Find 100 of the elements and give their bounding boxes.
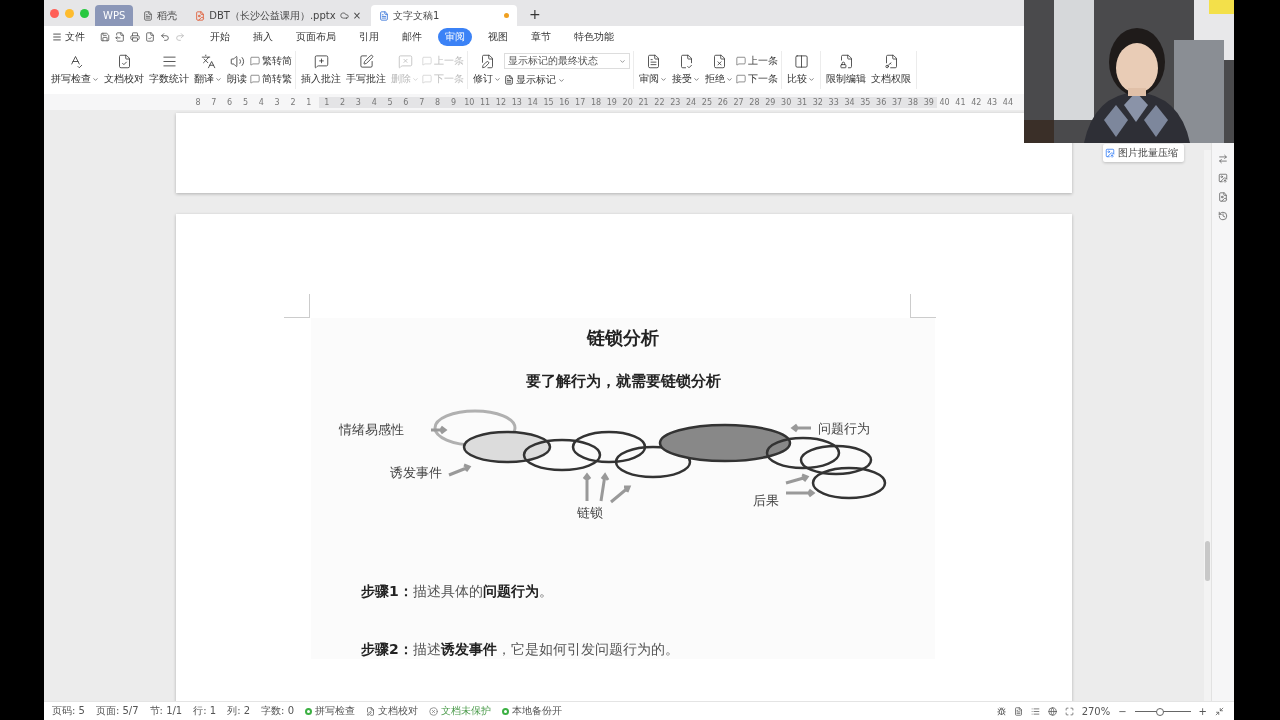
preview-icon[interactable]: [145, 32, 155, 42]
document-icon: [504, 75, 514, 85]
zoom-value[interactable]: 270%: [1081, 705, 1111, 717]
slider-thumb[interactable]: [1155, 707, 1164, 716]
document-x-icon: [711, 54, 727, 69]
document-tab[interactable]: DBT（长沙公益课用）.pptx ×: [187, 5, 370, 26]
caret-icon: [412, 75, 419, 83]
menu-icon[interactable]: [52, 32, 62, 42]
status-field: 列: 2: [227, 704, 251, 718]
page-view-icon[interactable]: [1013, 706, 1023, 716]
pointer-arrow: [790, 423, 813, 433]
document-icon: [379, 10, 390, 21]
outline-view-icon[interactable]: [1030, 706, 1040, 716]
close-window-button[interactable]: [50, 9, 59, 18]
compress-images-button[interactable]: 图片批量压缩: [1103, 144, 1184, 162]
document-key-icon: [883, 54, 899, 69]
toolbar-button[interactable]: 拼写检查: [49, 54, 101, 86]
zoom-in-button[interactable]: +: [1198, 705, 1207, 717]
toolbar-button[interactable]: 简转繁: [250, 72, 292, 86]
pointer-arrow: [447, 463, 472, 477]
compare-icon: [793, 54, 809, 69]
toolbar-button[interactable]: 繁转简: [250, 54, 292, 68]
lines-icon: [161, 54, 177, 69]
status-field: 页码: 5: [52, 704, 85, 718]
toolbar-button[interactable]: 修订: [471, 54, 503, 86]
caret-icon: [808, 75, 815, 83]
speaker-icon: [229, 54, 245, 69]
comment-icon: [422, 74, 432, 84]
export-icon[interactable]: [115, 32, 125, 42]
toolbar-button[interactable]: 下一条: [736, 72, 778, 86]
bug-icon[interactable]: [996, 706, 1006, 716]
ribbon-tab[interactable]: 引用: [352, 28, 386, 46]
document-tab[interactable]: 文字文稿1: [371, 5, 518, 26]
toolbar-button[interactable]: 文档校对: [102, 54, 146, 86]
ribbon-tab[interactable]: 视图: [481, 28, 515, 46]
toolbar-button[interactable]: 显示标记: [504, 73, 630, 87]
toolbar-button[interactable]: 朗读: [225, 54, 249, 86]
figure-title: 链锁分析: [587, 326, 659, 350]
caret-icon: [660, 75, 667, 83]
toolbar-button[interactable]: 比较: [785, 54, 817, 86]
step-text: 步骤1：描述具体的问题行为。: [361, 583, 553, 601]
history-icon[interactable]: [1218, 211, 1228, 221]
status-field: 字数: 0: [261, 704, 294, 718]
ribbon-tab[interactable]: 特色功能: [567, 28, 621, 46]
ribbon-tab[interactable]: 开始: [203, 28, 237, 46]
ribbon-tab[interactable]: 章节: [524, 28, 558, 46]
toolbar-button[interactable]: 插入批注: [299, 54, 343, 86]
undo-icon[interactable]: [160, 32, 170, 42]
new-tab-button[interactable]: +: [529, 6, 541, 22]
toolbar-button[interactable]: 上一条: [736, 54, 778, 68]
pointer-arrow: [784, 473, 810, 485]
ribbon-tab[interactable]: 插入: [246, 28, 280, 46]
status-button[interactable]: 文档未保护: [429, 704, 491, 718]
comment-icon: [250, 74, 260, 84]
toolbar-button[interactable]: 字数统计: [147, 54, 191, 86]
circle-x-icon: [429, 706, 438, 716]
ribbon-tab[interactable]: 页面布局: [289, 28, 343, 46]
toolbar-button[interactable]: 翻译: [192, 54, 224, 86]
unsaved-dot: [504, 13, 510, 18]
diagram-label: 后果: [753, 493, 779, 508]
toolbar-button[interactable]: 拒绝: [703, 54, 735, 86]
image-icon[interactable]: [1218, 173, 1228, 183]
web-view-icon[interactable]: [1047, 706, 1057, 716]
toolbar-button[interactable]: 限制编辑: [824, 54, 868, 86]
comment-icon: [736, 74, 746, 84]
file-menu[interactable]: 文件: [65, 30, 85, 44]
status-button[interactable]: 本地备份开: [502, 704, 562, 718]
diagram-label: 链锁: [577, 505, 603, 520]
image-file-icon[interactable]: [1218, 192, 1228, 202]
toolbar-button[interactable]: 审阅: [637, 54, 669, 86]
diagram-label: 诱发事件: [390, 465, 442, 480]
tab-close-button[interactable]: ×: [352, 10, 362, 21]
print-icon[interactable]: [130, 32, 140, 42]
caret-icon: [558, 76, 565, 84]
document-icon: [645, 54, 661, 69]
pointer-arrow: [429, 425, 448, 435]
document-pen-icon: [366, 706, 375, 716]
ribbon-tab[interactable]: 审阅: [438, 28, 472, 46]
step-text: 步骤2：描述诱发事件，它是如何引发问题行为的。: [361, 641, 679, 659]
diagram-label: 问题行为: [818, 421, 870, 436]
document-tab[interactable]: 稻壳: [135, 5, 186, 26]
zoom-out-button[interactable]: −: [1118, 705, 1127, 717]
comment-icon: [736, 56, 746, 66]
caret-icon: [92, 75, 99, 83]
status-button[interactable]: 拼写检查: [305, 704, 355, 718]
document-lock-icon: [838, 54, 854, 69]
fit-icon[interactable]: [1064, 706, 1074, 716]
arrows-icon[interactable]: [1218, 154, 1228, 164]
save-icon[interactable]: [100, 32, 110, 42]
status-button[interactable]: 文档校对: [366, 704, 418, 718]
ribbon-tab[interactable]: 邮件: [395, 28, 429, 46]
image-icon: [1105, 148, 1115, 158]
comment-add-icon: [313, 54, 329, 69]
toolbar-button[interactable]: 文档权限: [869, 54, 913, 86]
markup-select[interactable]: 显示标记的最终状态: [504, 53, 630, 69]
fullscreen-icon[interactable]: [1215, 706, 1224, 716]
caret-icon: [693, 75, 700, 83]
toolbar-button[interactable]: 接受: [670, 54, 702, 86]
status-field: 页面: 5/7: [95, 704, 139, 718]
toolbar-button[interactable]: 手写批注: [344, 54, 388, 86]
